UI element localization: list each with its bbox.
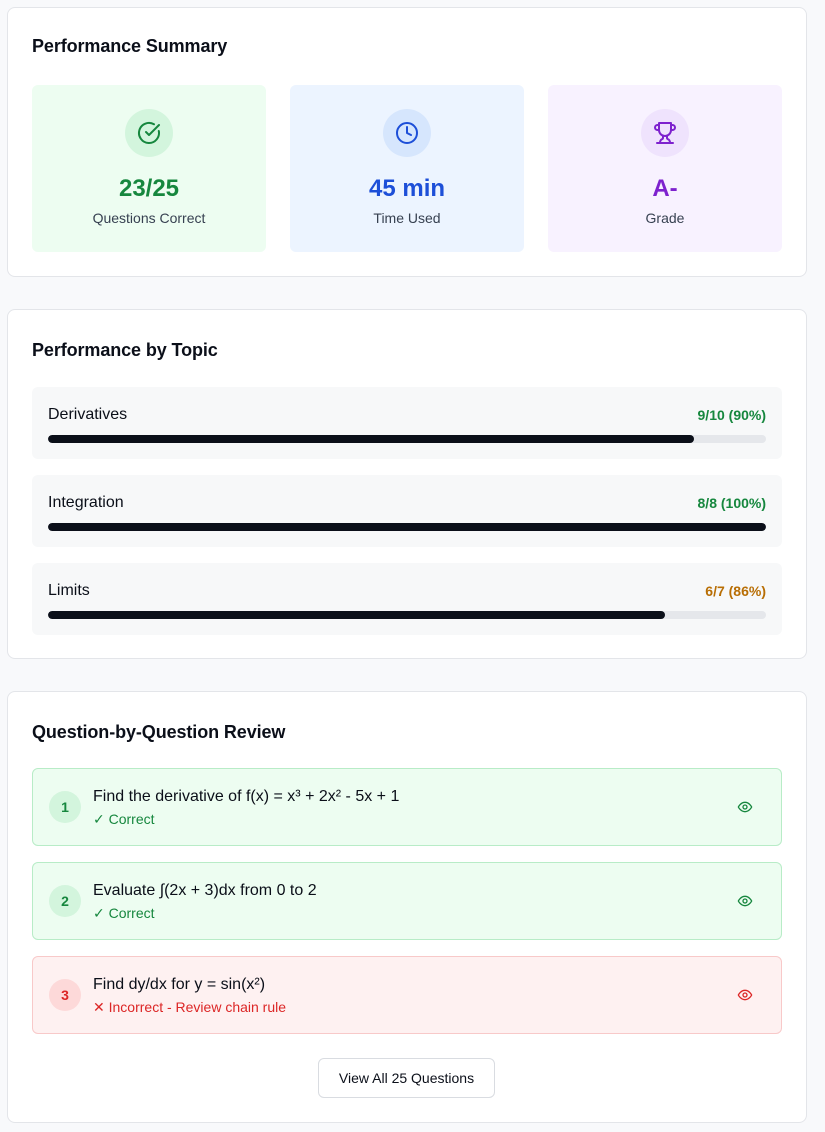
time-used-value: 45 min: [368, 175, 446, 202]
question-number-badge: 3: [49, 979, 81, 1011]
question-number-badge: 1: [49, 791, 81, 823]
grade-stat: A- Grade: [548, 85, 782, 252]
view-all-questions-button[interactable]: View All 25 Questions: [318, 1058, 495, 1098]
questions-correct-value: 23/25: [118, 175, 180, 202]
question-number-badge: 2: [49, 885, 81, 917]
topic-progress-bar: [48, 435, 766, 443]
topic-row-integration: Integration 8/8 (100%): [32, 475, 782, 547]
question-item-1[interactable]: 1 Find the derivative of f(x) = x³ + 2x²…: [32, 768, 782, 846]
topic-row-derivatives: Derivatives 9/10 (90%): [32, 387, 782, 459]
topic-score: 8/8 (100%): [697, 495, 766, 511]
time-used-label: Time Used: [373, 210, 441, 226]
question-item-3[interactable]: 3 Find dy/dx for y = sin(x²) ✕ Incorrect…: [32, 956, 782, 1034]
performance-summary-title: Performance Summary: [32, 36, 228, 56]
question-status: ✓ Correct: [93, 811, 155, 827]
topic-name: Limits: [48, 582, 90, 599]
question-status: ✓ Correct: [93, 905, 155, 921]
topic-progress-bar: [48, 523, 766, 531]
time-used-stat: 45 min Time Used: [290, 85, 524, 252]
eye-icon[interactable]: [737, 799, 753, 815]
performance-by-topic-card: Performance by Topic Derivatives 9/10 (9…: [7, 309, 807, 659]
topic-progress-bar: [48, 611, 766, 619]
topic-name: Derivatives: [48, 406, 128, 423]
grade-label: Grade: [645, 210, 685, 226]
topic-progress-fill: [48, 435, 695, 443]
performance-summary-card: Performance Summary 23/25 Questions Corr…: [7, 7, 807, 277]
topic-progress-fill: [48, 611, 666, 619]
clock-icon: [383, 109, 431, 157]
question-text: Find the derivative of f(x) = x³ + 2x² -…: [93, 788, 400, 805]
question-text: Find dy/dx for y = sin(x²): [93, 976, 266, 993]
check-circle-icon: [125, 109, 173, 157]
grade-value: A-: [652, 175, 678, 202]
topic-row-limits: Limits 6/7 (86%): [32, 563, 782, 635]
question-item-2[interactable]: 2 Evaluate ∫(2x + 3)dx from 0 to 2 ✓ Cor…: [32, 862, 782, 940]
questions-correct-label: Questions Correct: [92, 210, 206, 226]
topic-score: 6/7 (86%): [705, 583, 766, 599]
topic-score: 9/10 (90%): [697, 407, 766, 423]
questions-correct-stat: 23/25 Questions Correct: [32, 85, 266, 252]
eye-icon[interactable]: [737, 893, 753, 909]
topic-name: Integration: [48, 494, 124, 511]
performance-by-topic-title: Performance by Topic: [32, 340, 218, 360]
question-text: Evaluate ∫(2x + 3)dx from 0 to 2: [93, 882, 317, 899]
trophy-icon: [641, 109, 689, 157]
question-review-title: Question-by-Question Review: [32, 722, 286, 742]
topic-progress-fill: [48, 523, 766, 531]
question-status: ✕ Incorrect - Review chain rule: [93, 999, 287, 1015]
question-review-card: Question-by-Question Review 1 Find the d…: [7, 691, 807, 1123]
eye-icon[interactable]: [737, 987, 753, 1003]
